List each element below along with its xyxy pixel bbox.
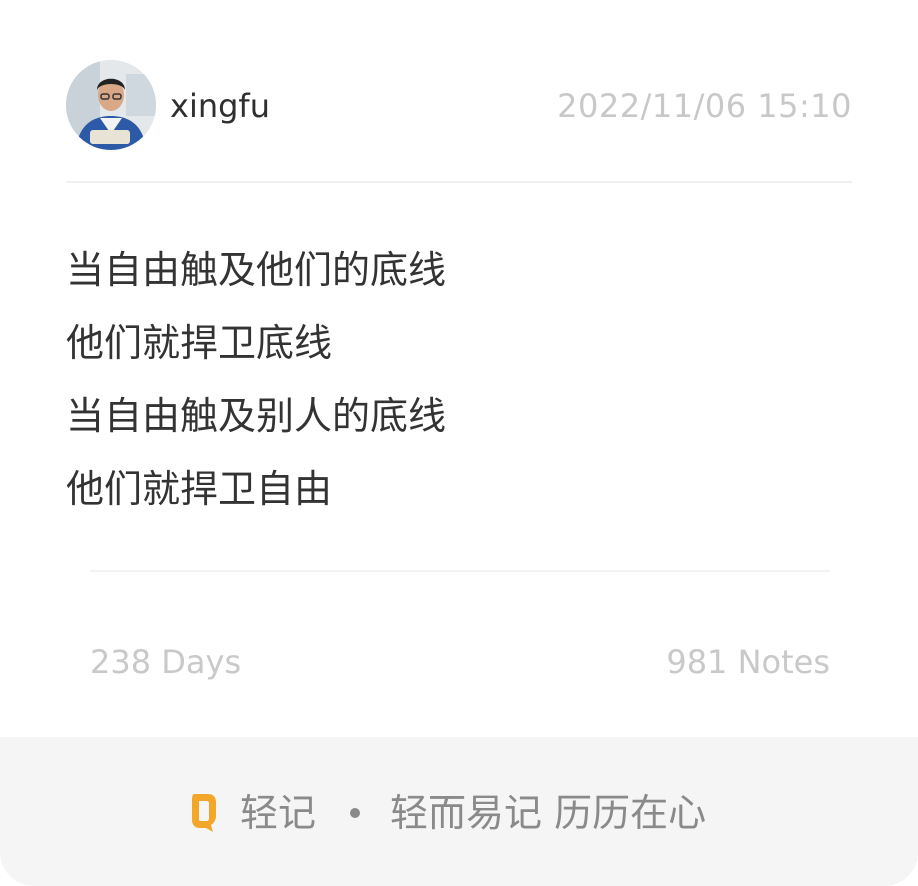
note-line: 当自由触及别人的底线 — [66, 394, 447, 438]
days-count: 238 Days — [90, 643, 242, 681]
qingji-logo-icon — [192, 794, 216, 832]
notes-count: 981 Notes — [666, 643, 830, 681]
note-timestamp: 2022/11/06 15:10 — [557, 87, 852, 125]
brand-slogan: 轻而易记 历历在心 — [390, 791, 707, 835]
note-line: 他们就捍卫自由 — [66, 467, 333, 511]
note-stats: 238 Days 981 Notes — [90, 640, 830, 684]
brand-name: 轻记 — [240, 791, 317, 835]
username[interactable]: xingfu — [170, 86, 270, 126]
note-card: xingfu 2022/11/06 15:10 当自由触及他们的底线 他们就捍卫… — [0, 0, 918, 886]
note-header: xingfu 2022/11/06 15:10 — [66, 60, 852, 152]
content-divider — [90, 570, 830, 572]
header-divider — [66, 181, 852, 183]
separator-dot — [350, 808, 361, 818]
avatar[interactable] — [66, 60, 156, 150]
footer-branding: 轻记 轻而易记 历历在心 — [190, 789, 706, 837]
app-footer: 轻记 轻而易记 历历在心 — [0, 737, 918, 886]
note-content: 当自由触及他们的底线 他们就捍卫底线 当自由触及别人的底线 他们就捍卫自由 — [66, 234, 852, 526]
note-line: 当自由触及他们的底线 — [66, 248, 447, 292]
avatar-photo — [66, 60, 156, 150]
note-line: 他们就捍卫底线 — [66, 321, 333, 365]
